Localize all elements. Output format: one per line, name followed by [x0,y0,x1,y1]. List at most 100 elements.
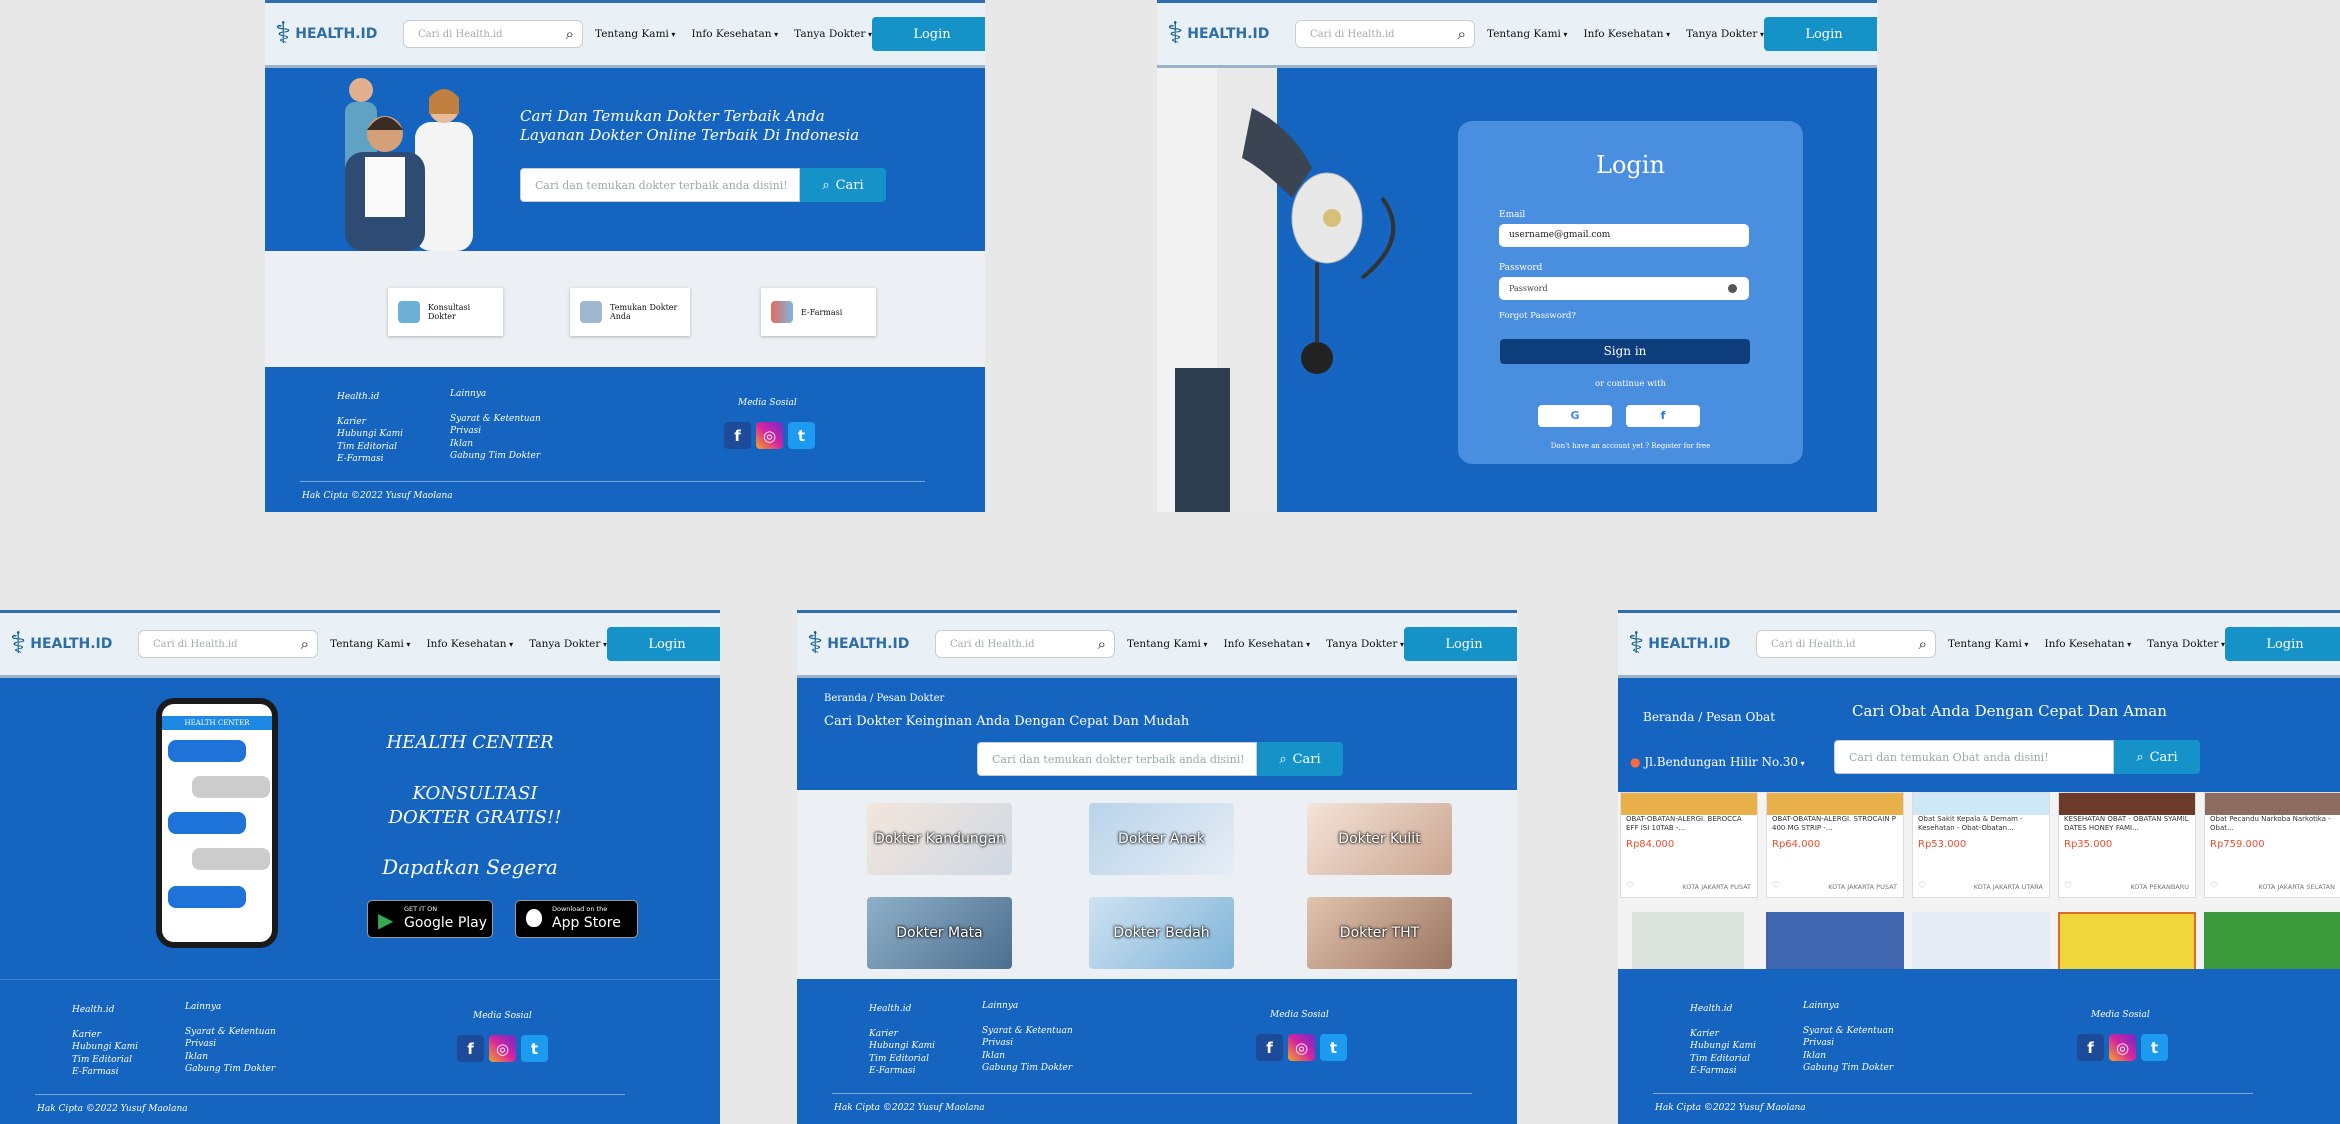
instagram-icon[interactable]: ◎ [756,422,783,449]
footer-link-syarat[interactable]: Syarat & Ketentuan [450,413,541,426]
twitter-icon[interactable]: t [521,1035,548,1062]
card-konsultasi-dokter[interactable]: Konsultasi Dokter [388,288,503,336]
login-button[interactable]: Login [606,627,720,661]
menu-tentang-kami[interactable]: Tentang Kami [330,638,410,650]
product-card[interactable]: Obat Pecandu Narkoba Narkotika - Obat...… [2204,792,2340,898]
search-input[interactable]: Cari di Health.id ⌕ [138,630,318,658]
sign-in-button[interactable]: Sign in [1500,339,1750,364]
twitter-icon[interactable]: t [788,422,815,449]
logo[interactable]: ⚕ HEALTH.ID [807,629,929,659]
product-image[interactable] [1632,912,1744,969]
menu-tanya-dokter[interactable]: Tanya Dokter [529,638,607,650]
navbar: ⚕ HEALTH.ID Cari di Health.id ⌕ Tentang Ka… [1618,610,2340,678]
menu-info-kesehatan[interactable]: Info Kesehatan [1223,638,1310,650]
category-dokter-anak[interactable]: Dokter Anak [1089,803,1234,875]
product-image[interactable] [1912,912,2050,969]
login-button[interactable]: Login [2224,627,2340,661]
menu-tanya-dokter[interactable]: Tanya Dokter [794,28,872,40]
instagram-icon[interactable]: ◎ [489,1035,516,1062]
category-dokter-tht[interactable]: Dokter THT [1307,897,1452,969]
product-image[interactable] [1766,912,1904,969]
hero-search-input[interactable]: Cari dan temukan dokter terbaik anda dis… [520,168,800,202]
menu-info-kesehatan[interactable]: Info Kesehatan [2044,638,2131,650]
google-play-badge[interactable]: ▶ GET IT ON Google Play [367,900,493,938]
app-store-badge[interactable]: Download on the App Store [515,900,638,938]
menu-tentang-kami[interactable]: Tentang Kami [1487,28,1567,40]
register-link[interactable]: Don't have an account yet ? Register for… [1458,442,1803,450]
breadcrumb[interactable]: Beranda / Pesan Dokter [824,693,944,704]
footer-link-editorial[interactable]: Tim Editorial [337,441,403,454]
instagram-icon[interactable]: ◎ [1288,1034,1315,1061]
footer: Health.id Karier Hubungi Kami Tim Editorial… [797,979,1517,1124]
footer-link-hubungi[interactable]: Hubungi Kami [337,428,403,441]
google-login-button[interactable]: G [1538,405,1612,427]
instagram-icon[interactable]: ◎ [2109,1034,2136,1061]
menu-tentang-kami[interactable]: Tentang Kami [1127,638,1207,650]
footer-link-efarmasi[interactable]: E-Farmasi [337,453,403,466]
product-card[interactable]: Obat Sakit Kepala & Demam - Kesehatan - … [1912,792,2050,898]
location-selector[interactable]: ● Jl.Bendungan Hilir No.30 ▾ [1630,755,1805,769]
obat-search-button[interactable]: ⌕ Cari [2114,740,2200,774]
twitter-icon[interactable]: t [2141,1034,2168,1061]
menu-tentang-kami[interactable]: Tentang Kami [595,28,675,40]
facebook-icon[interactable]: f [457,1035,484,1062]
eye-icon[interactable] [1728,284,1737,293]
menu-info-kesehatan[interactable]: Info Kesehatan [426,638,513,650]
product-card[interactable]: OBAT-OBATAN-ALERGI. BEROCCA EFF ISI 10TA… [1620,792,1758,898]
facebook-icon[interactable]: f [2077,1034,2104,1061]
hero-search-button[interactable]: ⌕ Cari [800,168,886,202]
heart-icon[interactable]: ♡ [2210,881,2218,891]
card-e-farmasi[interactable]: E-Farmasi [761,288,876,336]
menu-tanya-dokter[interactable]: Tanya Dokter [1326,638,1404,650]
product-card[interactable]: OBAT-OBATAN-ALERGI. STROCAIN P 400 MG ST… [1766,792,1904,898]
heart-icon[interactable]: ♡ [1772,881,1780,891]
search-input[interactable]: Cari di Health.id ⌕ [403,20,583,48]
card-temukan-dokter[interactable]: Temukan Dokter Anda [570,288,690,336]
product-card[interactable]: KESEHATAN OBAT - OBATAN SYAMIL DATES HON… [2058,792,2196,898]
footer-link-iklan[interactable]: Iklan [450,438,541,451]
login-button[interactable]: Login [1763,17,1877,51]
heart-icon[interactable]: ♡ [2064,881,2072,891]
facebook-icon[interactable]: f [724,422,751,449]
menu-info-kesehatan[interactable]: Info Kesehatan [691,28,778,40]
search-input[interactable]: Cari di Health.id ⌕ [1756,630,1936,658]
menu-tanya-dokter[interactable]: Tanya Dokter [2147,638,2225,650]
logo[interactable]: ⚕ HEALTH.ID [10,629,132,659]
location-pin-icon: ● [1630,755,1641,769]
login-button[interactable]: Login [1403,627,1517,661]
login-button[interactable]: Login [871,17,985,51]
dokter-search-input[interactable]: Cari dan temukan dokter terbaik anda dis… [977,742,1257,776]
facebook-icon[interactable]: f [1256,1034,1283,1061]
heart-icon[interactable]: ♡ [1918,881,1926,891]
menu-info-kesehatan[interactable]: Info Kesehatan [1583,28,1670,40]
email-field[interactable]: username@gmail.com [1499,224,1749,247]
category-dokter-kandungan[interactable]: Dokter Kandungan [867,803,1012,875]
password-field[interactable]: Password [1499,277,1749,300]
breadcrumb[interactable]: Beranda / Pesan Obat [1643,710,1775,724]
menu-tentang-kami[interactable]: Tentang Kami [1948,638,2028,650]
category-dokter-mata[interactable]: Dokter Mata [867,897,1012,969]
menu-tanya-dokter[interactable]: Tanya Dokter [1686,28,1764,40]
logo[interactable]: ⚕ HEALTH.ID [1167,19,1289,49]
category-dokter-kulit[interactable]: Dokter Kulit [1307,803,1452,875]
footer-link-gabung[interactable]: Gabung Tim Dokter [450,450,541,463]
product-image[interactable] [2058,912,2196,969]
logo[interactable]: ⚕ HEALTH.ID [1628,629,1750,659]
category-dokter-bedah[interactable]: Dokter Bedah [1089,897,1234,969]
twitter-icon[interactable]: t [1320,1034,1347,1061]
obat-search: Cari dan temukan Obat anda disini! ⌕ Cari [1834,740,2200,774]
continue-with-text: or continue with [1595,379,1666,389]
caduceus-icon: ⚕ [275,16,292,51]
heart-icon[interactable]: ♡ [1626,881,1634,891]
logo[interactable]: ⚕ HEALTH.ID [275,19,397,49]
dokter-search-button[interactable]: ⌕ Cari [1257,742,1343,776]
pills-icon [771,301,793,323]
facebook-login-button[interactable]: f [1626,405,1700,427]
forgot-password-link[interactable]: Forgot Password? [1499,311,1576,321]
obat-search-input[interactable]: Cari dan temukan Obat anda disini! [1834,740,2114,774]
search-input[interactable]: Cari di Health.id ⌕ [935,630,1115,658]
footer-link-privasi[interactable]: Privasi [450,425,541,438]
search-input[interactable]: Cari di Health.id ⌕ [1295,20,1475,48]
footer-link-karier[interactable]: Karier [337,416,403,429]
product-image[interactable] [2204,912,2340,969]
